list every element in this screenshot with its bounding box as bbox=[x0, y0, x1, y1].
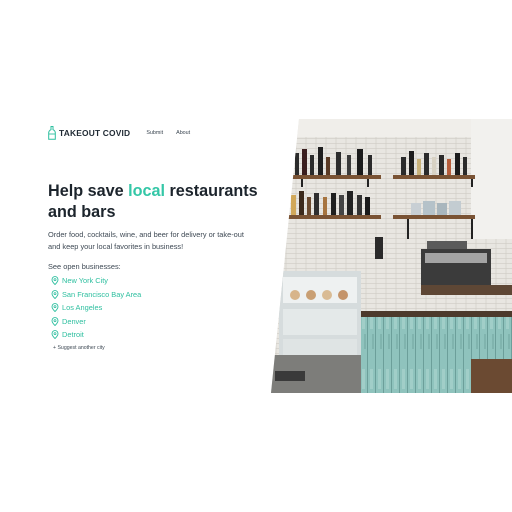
page-title: Help save local restaurants and bars bbox=[48, 181, 268, 223]
nav-submit-link[interactable]: Submit bbox=[146, 130, 163, 136]
map-pin-icon bbox=[51, 289, 59, 299]
city-link-new-york[interactable]: New York City bbox=[62, 276, 108, 285]
city-link-san-francisco[interactable]: San Francisco Bay Area bbox=[62, 290, 141, 299]
title-prefix: Help save bbox=[48, 182, 129, 200]
title-accent: local bbox=[128, 182, 165, 200]
map-pin-icon bbox=[51, 276, 59, 286]
page-description: Order food, cocktails, wine, and beer fo… bbox=[48, 230, 244, 252]
city-list: New York City San Francisco Bay Area Los… bbox=[51, 274, 141, 342]
bottle-icon bbox=[48, 126, 56, 140]
header: TAKEOUT COVID Submit About bbox=[48, 126, 203, 140]
city-link-detroit[interactable]: Detroit bbox=[62, 330, 84, 339]
city-item[interactable]: New York City bbox=[51, 274, 141, 288]
brand-name: TAKEOUT COVID bbox=[59, 128, 131, 138]
city-item[interactable]: San Francisco Bay Area bbox=[51, 288, 141, 302]
top-nav: Submit About bbox=[146, 130, 203, 136]
logo[interactable]: TAKEOUT COVID bbox=[48, 126, 130, 140]
map-pin-icon bbox=[51, 330, 59, 340]
map-pin-icon bbox=[51, 303, 59, 313]
map-pin-icon bbox=[51, 316, 59, 326]
city-link-denver[interactable]: Denver bbox=[62, 317, 86, 326]
city-item[interactable]: Denver bbox=[51, 315, 141, 329]
city-item[interactable]: Los Angeles bbox=[51, 301, 141, 315]
suggest-city-link[interactable]: + Suggest another city bbox=[53, 345, 105, 351]
cafe-hero-image bbox=[271, 119, 512, 393]
nav-about-link[interactable]: About bbox=[176, 130, 190, 136]
city-item[interactable]: Detroit bbox=[51, 328, 141, 342]
open-businesses-label: See open businesses: bbox=[48, 262, 121, 271]
city-link-los-angeles[interactable]: Los Angeles bbox=[62, 303, 102, 312]
